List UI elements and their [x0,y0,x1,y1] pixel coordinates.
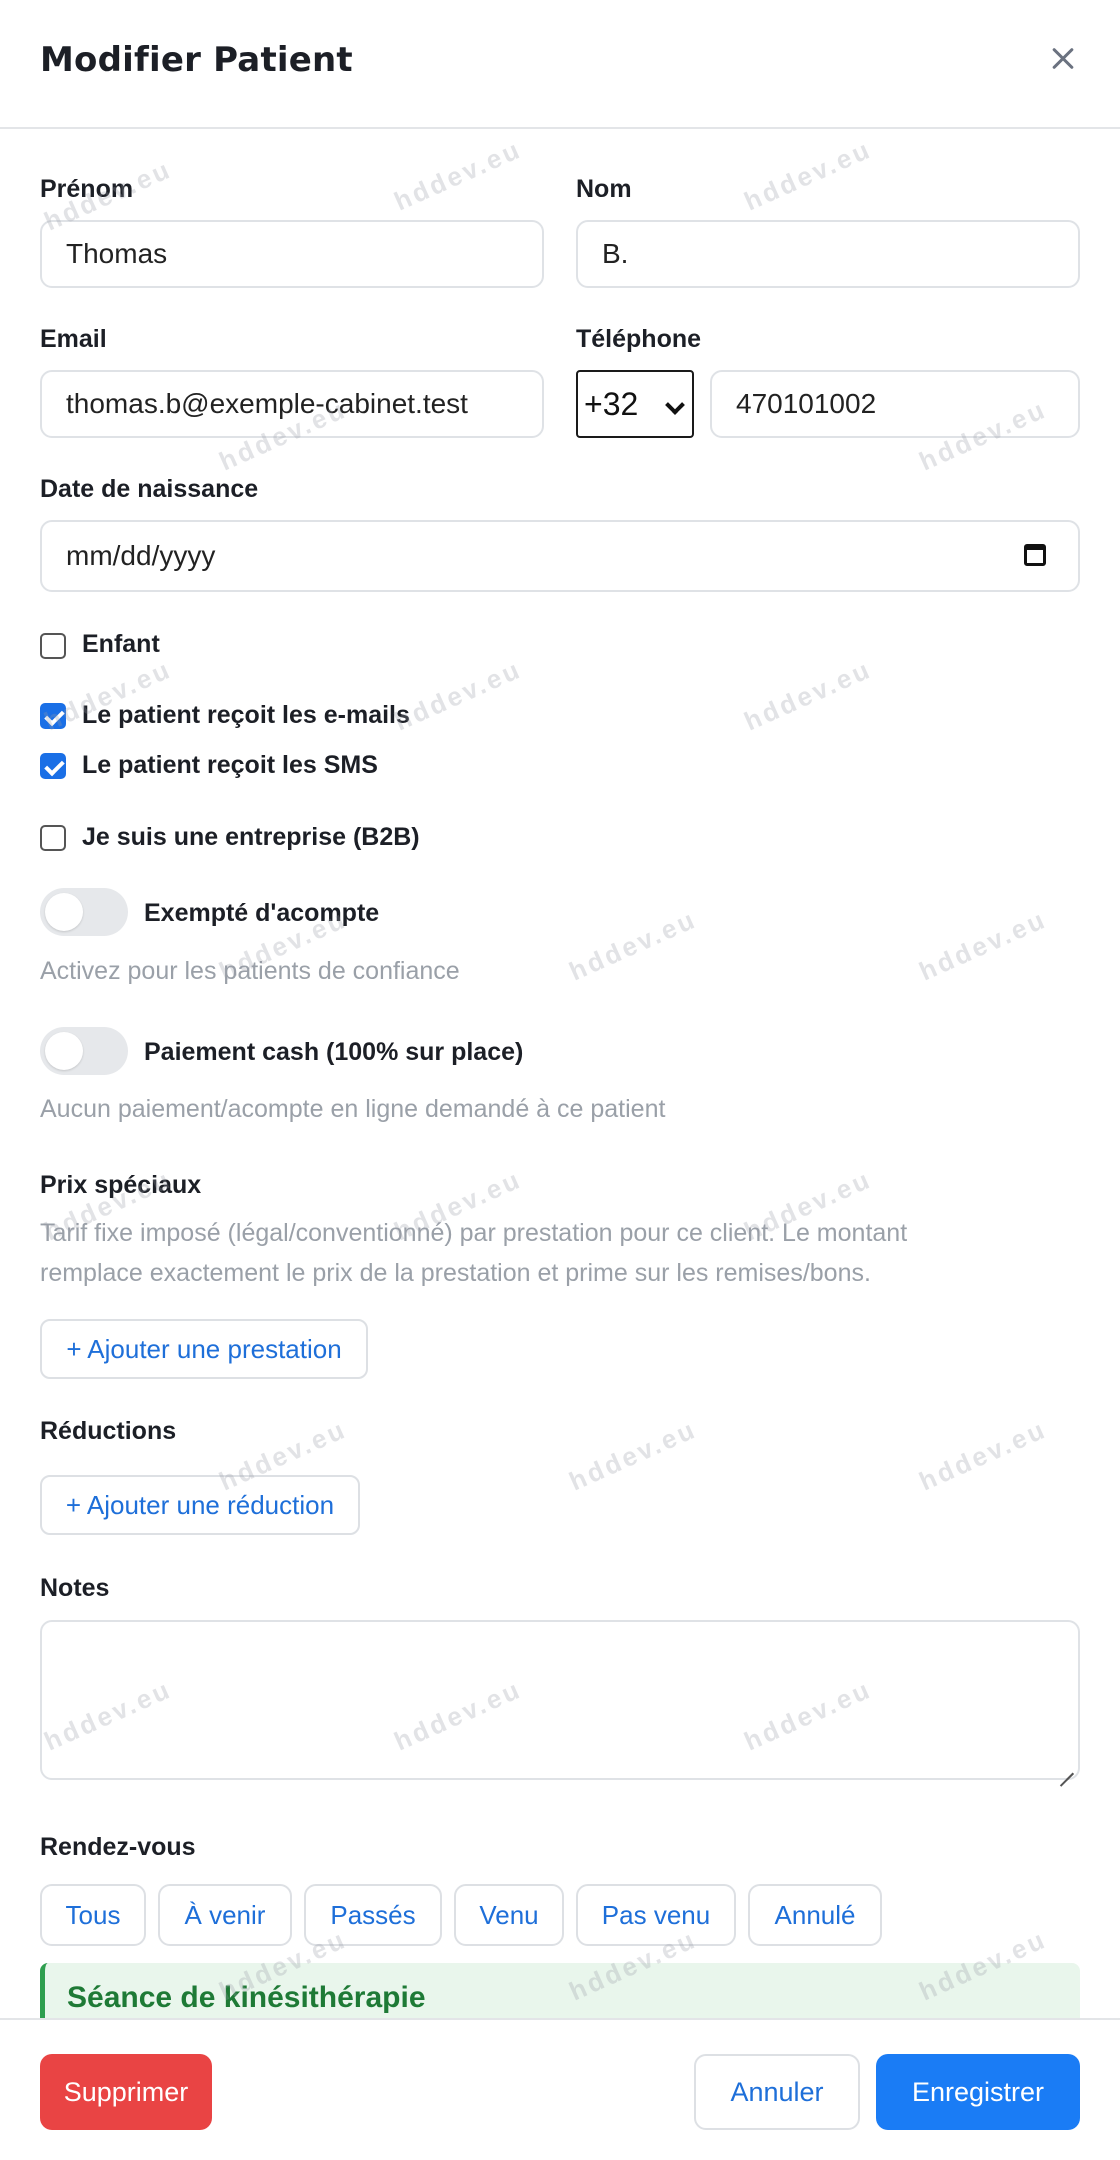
last-name-input[interactable]: B. [576,220,1080,288]
child-checkbox[interactable] [40,633,66,659]
filter-all-button[interactable]: Tous [40,1884,146,1946]
b2b-checkbox[interactable] [40,825,66,851]
child-checkbox-label: Enfant [82,630,160,658]
birth-date-label: Date de naissance [40,475,259,503]
email-input[interactable]: thomas.b@exemple-cabinet.test [40,370,544,438]
special-prices-help-2: remplace exactement le prix de la presta… [40,1259,871,1287]
save-button[interactable]: Enregistrer [876,2054,1080,2130]
filter-no-show-button[interactable]: Pas venu [576,1884,736,1946]
resize-handle-icon[interactable] [1060,1760,1074,1774]
filter-cancelled-button[interactable]: Annulé [748,1884,882,1946]
edit-patient-modal: Modifier Patient Prénom Thomas Nom B. Em… [0,0,1120,2160]
last-name-label: Nom [576,175,632,203]
cash-payment-help: Aucun paiement/acompte en ligne demandé … [40,1095,666,1123]
chevron-down-icon [665,395,685,415]
modal-header: Modifier Patient [0,0,1120,129]
close-icon[interactable] [1046,42,1080,76]
deposit-exempt-toggle[interactable] [40,888,128,936]
sms-checkbox-label: Le patient reçoit les SMS [82,751,378,779]
appointment-title: Séance de kinésithérapie [67,1981,426,2014]
country-code-select[interactable]: +32 [576,370,694,438]
notes-label: Notes [40,1574,110,1602]
emails-checkbox[interactable] [40,703,66,729]
first-name-label: Prénom [40,175,134,203]
phone-label: Téléphone [576,325,702,353]
notes-textarea[interactable] [40,1620,1080,1780]
delete-button[interactable]: Supprimer [40,2054,212,2130]
special-prices-help-1: Tarif fixe imposé (légal/conventionné) p… [40,1219,908,1247]
phone-number-input[interactable]: 470101002 [710,370,1080,438]
deposit-exempt-help: Activez pour les patients de confiance [40,957,460,985]
filter-attended-button[interactable]: Venu [454,1884,564,1946]
filter-upcoming-button[interactable]: À venir [158,1884,292,1946]
birth-date-input[interactable]: mm/dd/yyyy [40,520,1080,592]
deposit-exempt-label: Exempté d'acompte [144,899,380,927]
b2b-checkbox-label: Je suis une entreprise (B2B) [82,823,420,851]
cash-payment-toggle[interactable] [40,1027,128,1075]
appointment-card[interactable]: Séance de kinésithérapie [40,1963,1080,2018]
calendar-icon[interactable] [1024,544,1046,566]
sms-checkbox[interactable] [40,753,66,779]
appointments-label: Rendez-vous [40,1833,196,1861]
cash-payment-label: Paiement cash (100% sur place) [144,1038,524,1066]
modal-title: Modifier Patient [40,40,353,80]
birth-date-placeholder: mm/dd/yyyy [66,540,216,571]
discounts-label: Réductions [40,1417,177,1445]
special-prices-label: Prix spéciaux [40,1171,202,1199]
country-code-value: +32 [584,385,639,422]
modal-body: Prénom Thomas Nom B. Email thomas.b@exem… [0,131,1120,2018]
first-name-input[interactable]: Thomas [40,220,544,288]
add-discount-button[interactable]: + Ajouter une réduction [40,1475,360,1535]
modal-footer: Supprimer Annuler Enregistrer [0,2018,1120,2160]
cancel-button[interactable]: Annuler [694,2054,860,2130]
add-special-price-button[interactable]: + Ajouter une prestation [40,1319,368,1379]
emails-checkbox-label: Le patient reçoit les e-mails [82,701,410,729]
email-label: Email [40,325,107,353]
filter-past-button[interactable]: Passés [304,1884,442,1946]
